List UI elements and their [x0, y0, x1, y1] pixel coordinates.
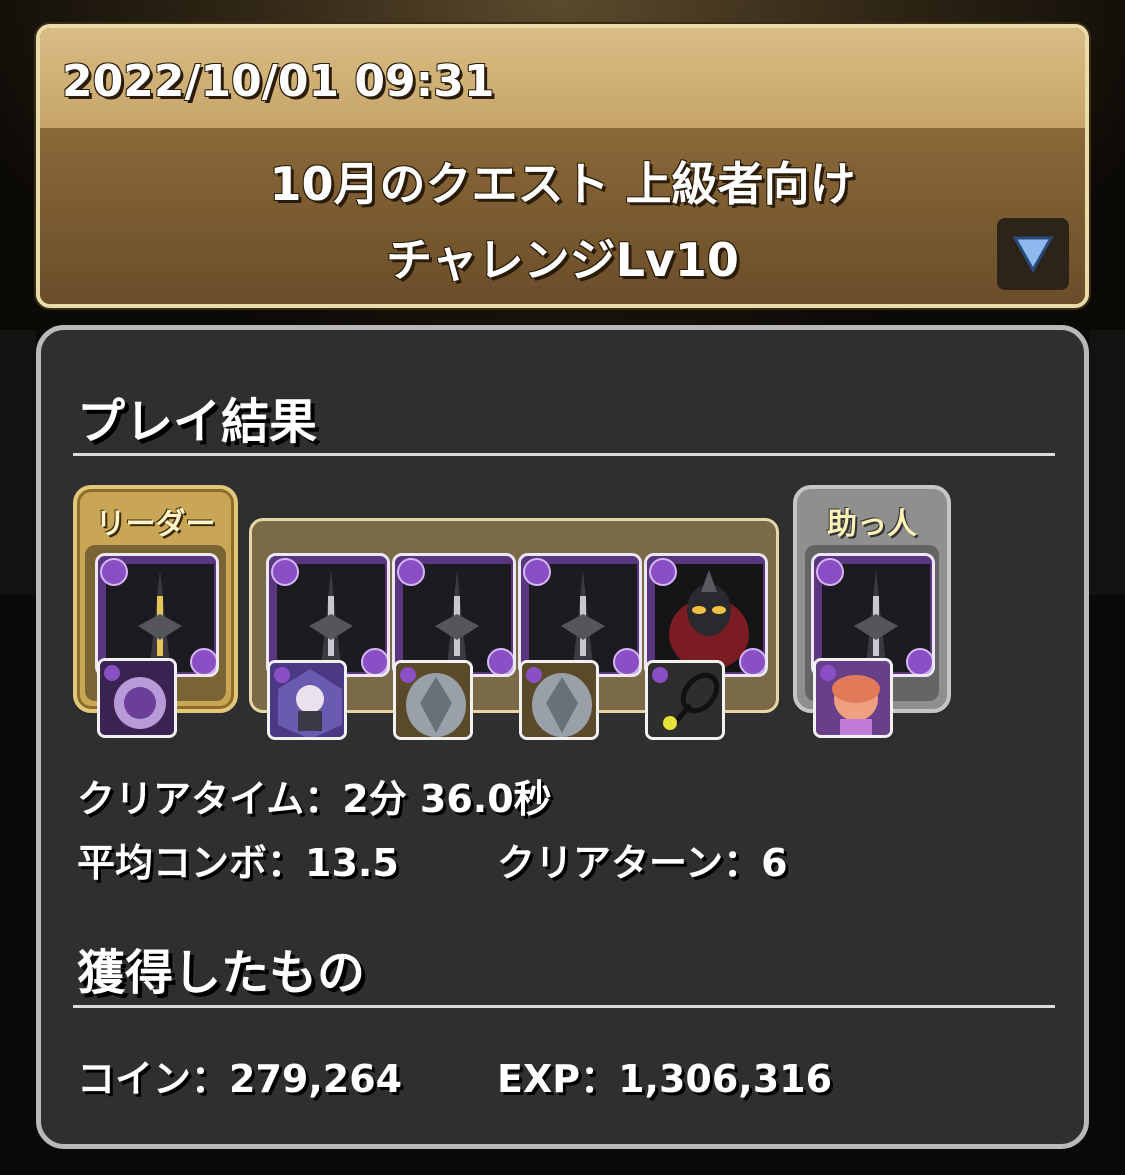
coin-value: 279,264	[229, 1057, 403, 1101]
quest-header-card[interactable]: 2022/10/01 09:31 10月のクエスト 上級者向け チャレンジLv1…	[36, 24, 1089, 308]
monster-card-sub-2[interactable]	[392, 553, 516, 677]
assist-card-sub-4[interactable]	[645, 660, 725, 740]
avg-combo-stat: 平均コンボ：13.5	[77, 832, 399, 887]
play-date: 2022/10/01 09:31	[62, 56, 495, 107]
monster-card-sub-3[interactable]	[518, 553, 642, 677]
avg-combo-value: 13.5	[305, 841, 399, 885]
assist-card-helper[interactable]	[813, 658, 893, 738]
result-divider	[73, 453, 1055, 456]
rewards-divider	[73, 1005, 1055, 1008]
monster-card-sub-4[interactable]	[644, 553, 768, 677]
exp-label: EXP：	[497, 1057, 619, 1101]
assist-card-sub-2[interactable]	[393, 660, 473, 740]
clear-time-value: 2分 36.0秒	[342, 777, 552, 821]
clear-time-stat: クリアタイム：2分 36.0秒	[77, 768, 552, 823]
expand-button[interactable]	[997, 218, 1069, 290]
leader-label: リーダー	[95, 507, 216, 542]
assist-card-leader[interactable]	[97, 658, 177, 738]
triangle-down-icon	[1012, 236, 1054, 274]
clear-turn-label: クリアターン：	[497, 841, 762, 885]
monster-card-sub-1[interactable]	[266, 553, 390, 677]
exp-stat: EXP：1,306,316	[497, 1048, 832, 1103]
coin-label: コイン：	[77, 1057, 230, 1101]
exp-value: 1,306,316	[618, 1057, 833, 1101]
play-result-panel: プレイ結果 リーダー 助っ人 クリアタイム：2分 36.0秒 平均コンボ：13.…	[36, 325, 1089, 1149]
avg-combo-label: 平均コンボ：	[77, 841, 306, 885]
background-side-right	[1089, 330, 1125, 595]
quest-subtitle: チャレンジLv10	[386, 233, 739, 287]
clear-turn-stat: クリアターン：6	[497, 832, 788, 887]
quest-title: 10月のクエスト 上級者向け	[269, 157, 856, 211]
header-date-bar: 2022/10/01 09:31	[40, 28, 1085, 128]
clear-time-label: クリアタイム：	[77, 777, 343, 821]
rewards-section-title: 獲得したもの	[77, 945, 366, 1001]
coin-stat: コイン：279,264	[77, 1048, 402, 1103]
helper-label: 助っ人	[827, 507, 917, 542]
background-side-left	[0, 330, 36, 595]
assist-card-sub-1[interactable]	[267, 660, 347, 740]
result-section-title: プレイ結果	[77, 394, 318, 450]
assist-card-sub-3[interactable]	[519, 660, 599, 740]
quest-name-area: 10月のクエスト 上級者向け チャレンジLv10	[40, 128, 1085, 304]
clear-turn-value: 6	[761, 841, 788, 885]
